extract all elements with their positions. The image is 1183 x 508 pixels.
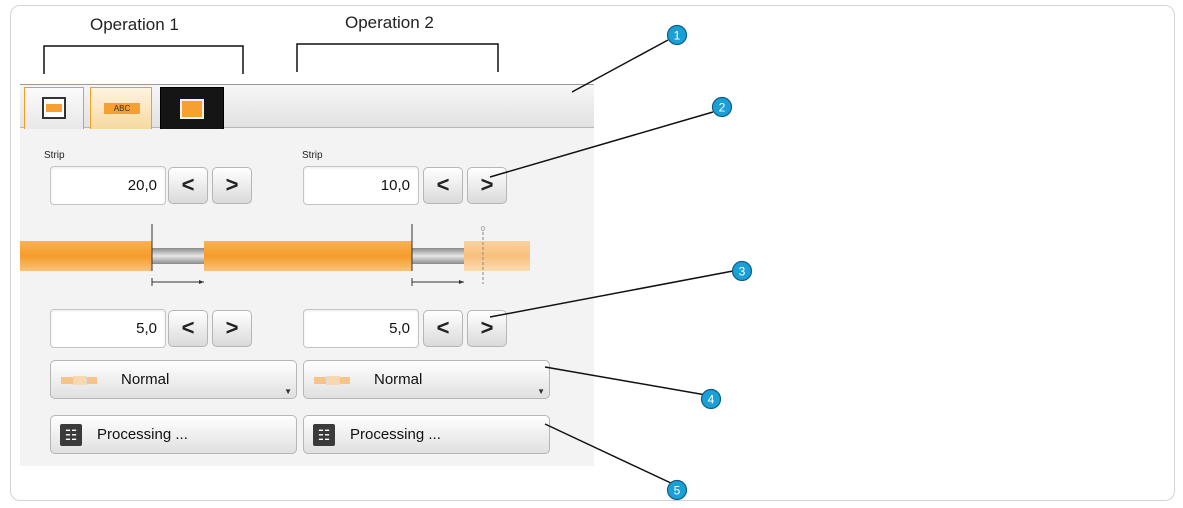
callout-3-leader xyxy=(489,270,734,318)
operation-1-bracket xyxy=(43,45,244,74)
callout-1-number: 1 xyxy=(674,29,681,43)
callout-2-leader xyxy=(489,111,714,178)
callout-5-number: 5 xyxy=(674,484,681,498)
operation-2-bracket xyxy=(296,43,499,72)
callout-4-number: 4 xyxy=(708,393,715,407)
callout-2-number: 2 xyxy=(719,101,726,115)
callout-1-leader xyxy=(571,39,669,93)
callout-3-number: 3 xyxy=(739,265,746,279)
callout-4-leader xyxy=(544,366,707,396)
annotation-overlay: 1 2 3 4 5 xyxy=(43,24,753,501)
callout-4-marker: 4 xyxy=(700,388,722,410)
callout-2-marker: 2 xyxy=(711,96,733,118)
callout-5-leader xyxy=(544,423,674,485)
callout-1-marker: 1 xyxy=(666,24,688,46)
callout-5-marker: 5 xyxy=(666,479,688,501)
callout-3-marker: 3 xyxy=(731,260,753,282)
